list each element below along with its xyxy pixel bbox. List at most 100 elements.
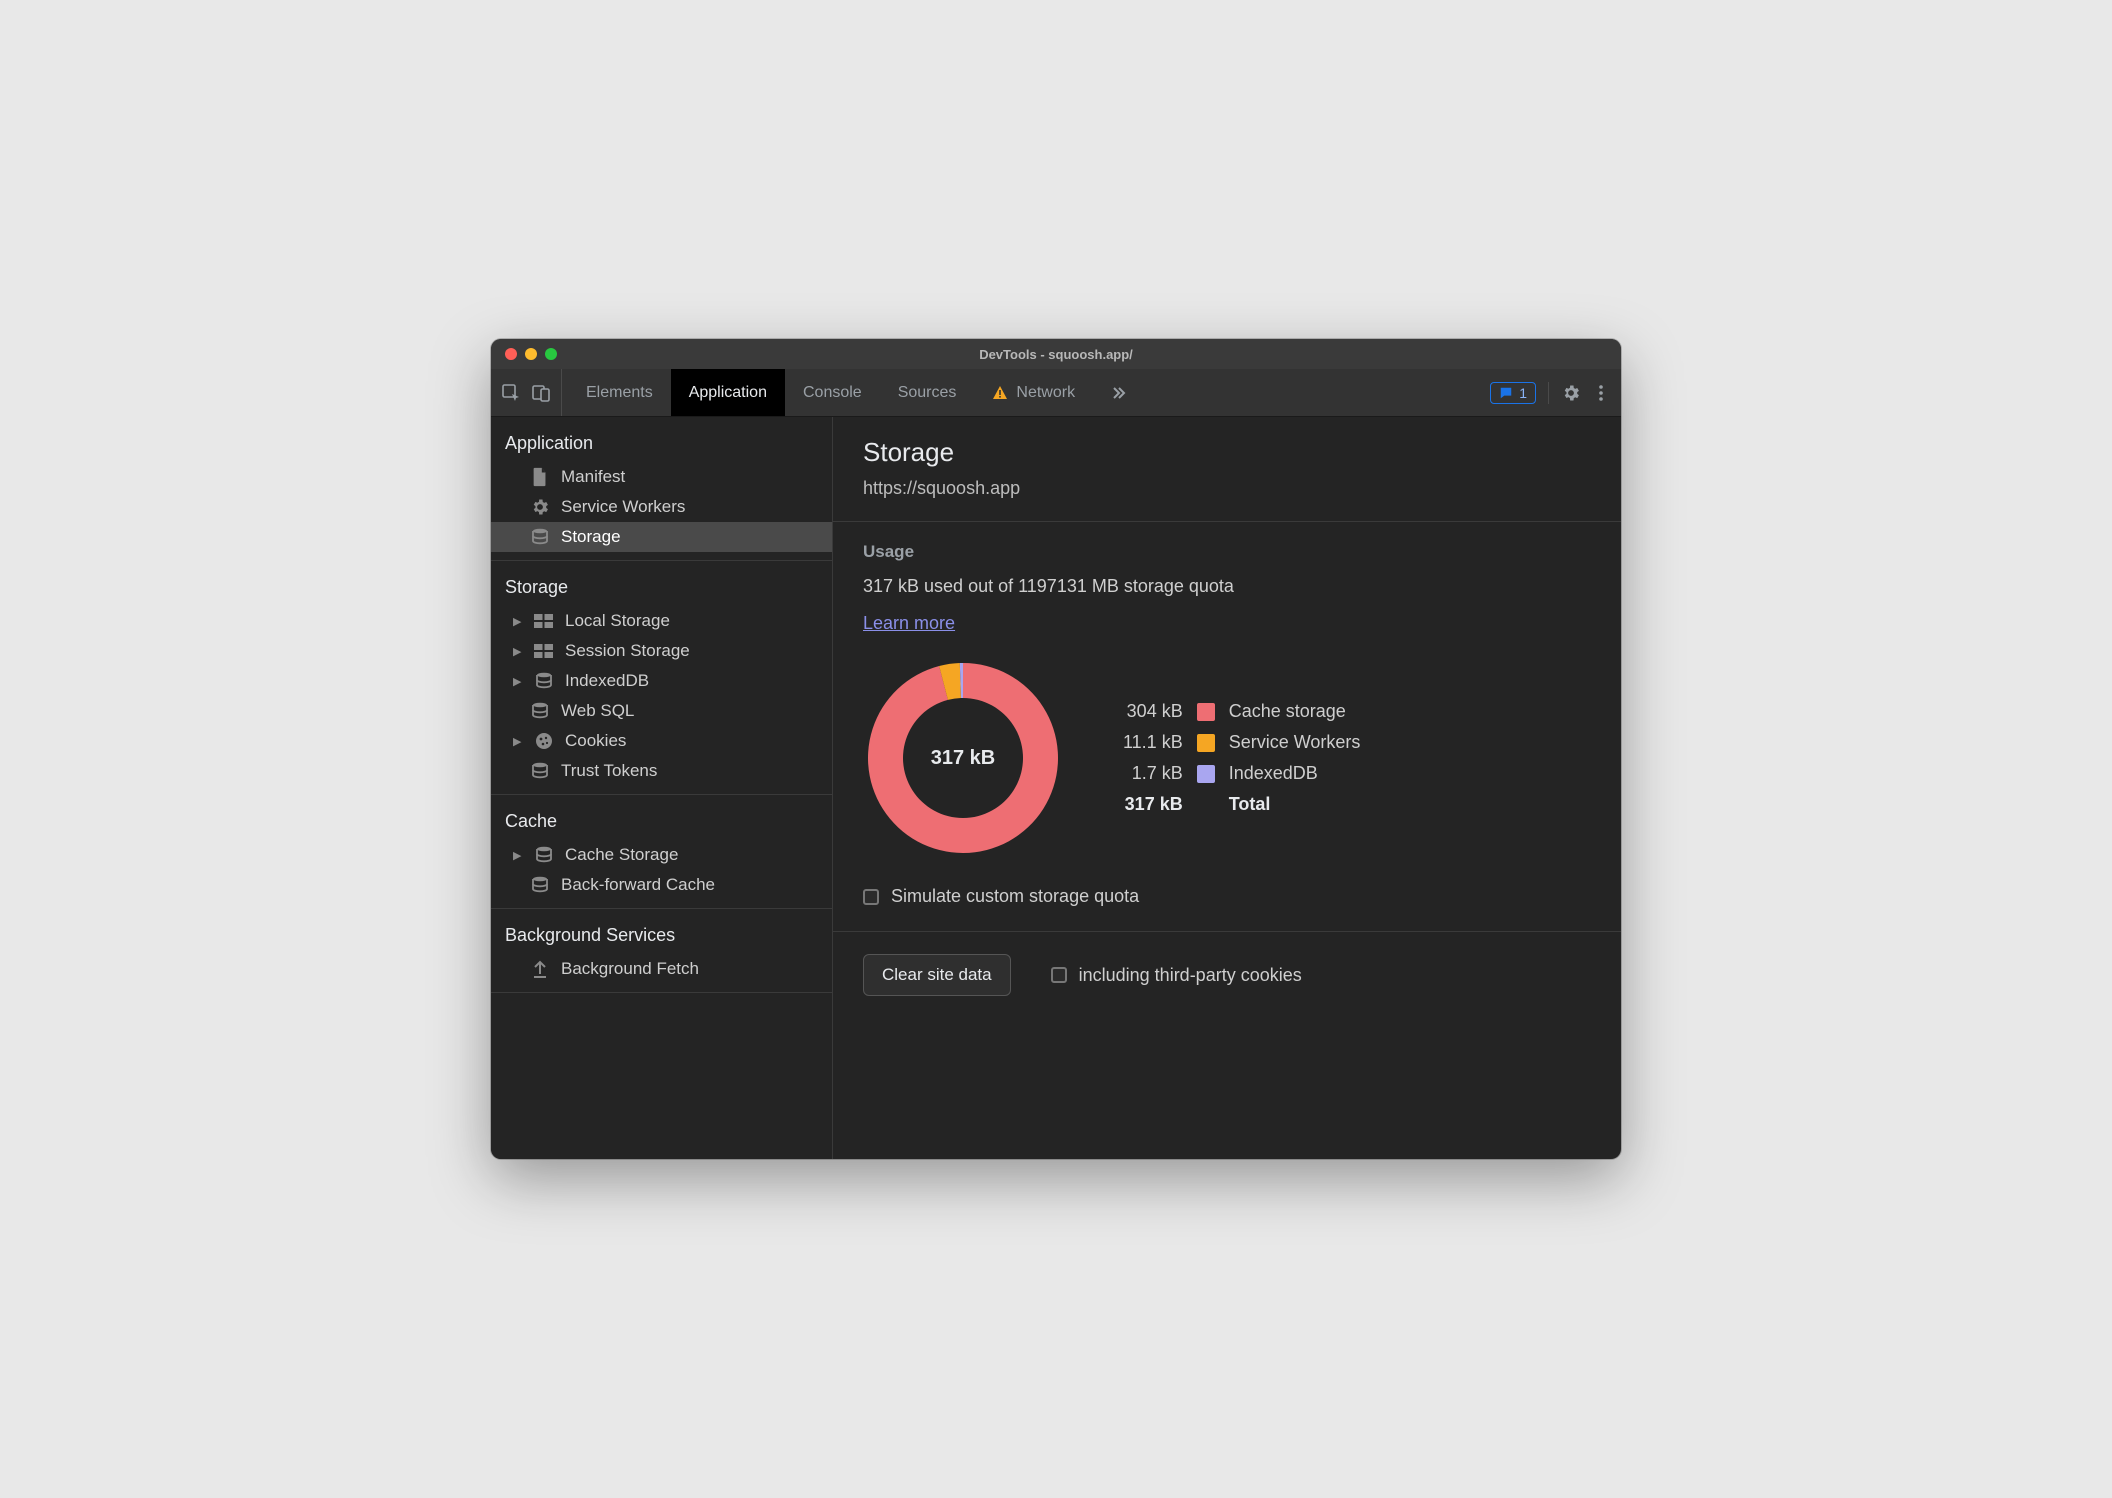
sidebar-item-label: Local Storage xyxy=(565,611,670,631)
sidebar-item-label: Cache Storage xyxy=(565,845,678,865)
sidebar-item-back-forward-cache[interactable]: Back-forward Cache xyxy=(491,870,832,900)
donut-center-label: 317 kB xyxy=(863,658,1063,858)
disclosure-triangle-icon[interactable]: ▶ xyxy=(513,645,523,658)
sidebar-item-background-fetch[interactable]: Background Fetch xyxy=(491,954,832,984)
sidebar-section: ApplicationManifest Service Workers Storag… xyxy=(491,417,832,561)
chart-legend: 304 kB Cache storage 11.1 kB Service Worker… xyxy=(1123,701,1360,815)
tab-label: Application xyxy=(689,384,767,402)
sidebar-section: Background Services Background Fetch xyxy=(491,909,832,993)
sidebar-item-web-sql[interactable]: Web SQL xyxy=(491,696,832,726)
sidebar-item-local-storage[interactable]: ▶ Local Storage xyxy=(491,606,832,636)
third-party-cookies-checkbox[interactable] xyxy=(1051,967,1067,983)
application-sidebar: ApplicationManifest Service Workers Storag… xyxy=(491,417,833,1159)
sidebar-section-title: Cache xyxy=(491,805,832,840)
storage-header: Storage https://squoosh.app xyxy=(833,417,1621,522)
sidebar-item-cache-storage[interactable]: ▶ Cache Storage xyxy=(491,840,832,870)
sidebar-item-indexeddb[interactable]: ▶ IndexedDB xyxy=(491,666,832,696)
clear-site-data-button[interactable]: Clear site data xyxy=(863,954,1011,996)
legend-swatch xyxy=(1197,703,1215,721)
origin-text: https://squoosh.app xyxy=(863,478,1591,499)
database-icon xyxy=(529,761,551,781)
panel-body: ApplicationManifestService WorkersStorag… xyxy=(491,417,1621,1159)
legend-value: 304 kB xyxy=(1123,701,1183,722)
tab-sources[interactable]: Sources xyxy=(880,369,975,416)
device-toolbar-icon[interactable] xyxy=(531,383,551,403)
page-title: Storage xyxy=(863,437,1591,468)
messages-pill[interactable]: 1 xyxy=(1490,382,1536,404)
minimize-window-button[interactable] xyxy=(525,348,537,360)
third-party-cookies-label: including third-party cookies xyxy=(1079,965,1302,986)
close-window-button[interactable] xyxy=(505,348,517,360)
warning-icon xyxy=(992,385,1008,401)
database-icon xyxy=(529,701,551,721)
actions-row: Clear site data including third-party co… xyxy=(833,932,1621,1018)
third-party-cookies-row: including third-party cookies xyxy=(1051,965,1302,986)
legend-value: 11.1 kB xyxy=(1123,732,1183,753)
sidebar-item-service-workers[interactable]: Service Workers xyxy=(491,492,832,522)
legend-swatch xyxy=(1197,734,1215,752)
sidebar-item-cookies[interactable]: ▶ Cookies xyxy=(491,726,832,756)
sidebar-item-label: IndexedDB xyxy=(565,671,649,691)
sidebar-item-storage[interactable]: Storage xyxy=(491,522,832,552)
inspect-element-icon[interactable] xyxy=(501,383,521,403)
legend-label: Service Workers xyxy=(1229,732,1361,753)
top-tabbar: Elements Application Console Sources Net… xyxy=(491,369,1621,417)
grid-icon xyxy=(533,643,555,659)
tab-overflow[interactable] xyxy=(1093,369,1145,416)
titlebar: DevTools - squoosh.app/ xyxy=(491,339,1621,369)
grid-icon xyxy=(533,613,555,629)
sidebar-section: Storage ▶ Local Storage ▶ Session Storage ▶ In… xyxy=(491,561,832,795)
settings-icon[interactable] xyxy=(1561,383,1581,403)
simulate-quota-row: Simulate custom storage quota xyxy=(863,886,1591,907)
tab-label: Elements xyxy=(586,384,653,402)
cookie-icon xyxy=(533,731,555,751)
sidebar-section: Cache ▶ Cache Storage Back-forward Cache xyxy=(491,795,832,909)
tab-console[interactable]: Console xyxy=(785,369,880,416)
legend-total-value: 317 kB xyxy=(1123,794,1183,815)
sidebar-item-label: Cookies xyxy=(565,731,626,751)
sidebar-item-session-storage[interactable]: ▶ Session Storage xyxy=(491,636,832,666)
disclosure-triangle-icon[interactable]: ▶ xyxy=(513,849,523,862)
tab-application[interactable]: Application xyxy=(671,369,785,416)
legend-swatch xyxy=(1197,765,1215,783)
simulate-quota-checkbox[interactable] xyxy=(863,889,879,905)
legend-value: 1.7 kB xyxy=(1123,763,1183,784)
sidebar-item-label: Storage xyxy=(561,527,621,547)
tab-network[interactable]: Network xyxy=(974,369,1093,416)
traffic-lights xyxy=(491,348,557,360)
database-icon xyxy=(533,845,555,865)
sidebar-section-title: Background Services xyxy=(491,919,832,954)
sidebar-item-label: Session Storage xyxy=(565,641,690,661)
legend-label: Cache storage xyxy=(1229,701,1361,722)
zoom-window-button[interactable] xyxy=(545,348,557,360)
main-pane: Storage https://squoosh.app Usage 317 kB… xyxy=(833,417,1621,1159)
legend-label: IndexedDB xyxy=(1229,763,1361,784)
sidebar-item-trust-tokens[interactable]: Trust Tokens xyxy=(491,756,832,786)
disclosure-triangle-icon[interactable]: ▶ xyxy=(513,675,523,688)
gear-icon xyxy=(529,497,551,517)
tab-label: Sources xyxy=(898,384,957,402)
messages-count: 1 xyxy=(1519,385,1527,401)
legend-total-label: Total xyxy=(1229,794,1361,815)
database-icon xyxy=(529,875,551,895)
sidebar-item-label: Background Fetch xyxy=(561,959,699,979)
sidebar-item-label: Web SQL xyxy=(561,701,634,721)
upload-icon xyxy=(529,959,551,979)
sidebar-item-label: Back-forward Cache xyxy=(561,875,715,895)
chevron-right-double-icon xyxy=(1111,385,1127,401)
kebab-menu-icon[interactable] xyxy=(1593,383,1609,403)
sidebar-item-label: Trust Tokens xyxy=(561,761,657,781)
usage-donut-chart: 317 kB xyxy=(863,658,1063,858)
usage-line: 317 kB used out of 1197131 MB storage qu… xyxy=(863,576,1591,597)
sidebar-item-manifest[interactable]: Manifest xyxy=(491,462,832,492)
usage-heading: Usage xyxy=(863,542,1591,562)
disclosure-triangle-icon[interactable]: ▶ xyxy=(513,735,523,748)
devtools-window: DevTools - squoosh.app/ Elements Applica… xyxy=(491,339,1621,1159)
sidebar-section-title: Application xyxy=(491,427,832,462)
tab-label: Console xyxy=(803,384,862,402)
sidebar-item-label: Service Workers xyxy=(561,497,685,517)
learn-more-link[interactable]: Learn more xyxy=(863,613,955,633)
disclosure-triangle-icon[interactable]: ▶ xyxy=(513,615,523,628)
tab-elements[interactable]: Elements xyxy=(568,369,671,416)
sidebar-section-title: Storage xyxy=(491,571,832,606)
